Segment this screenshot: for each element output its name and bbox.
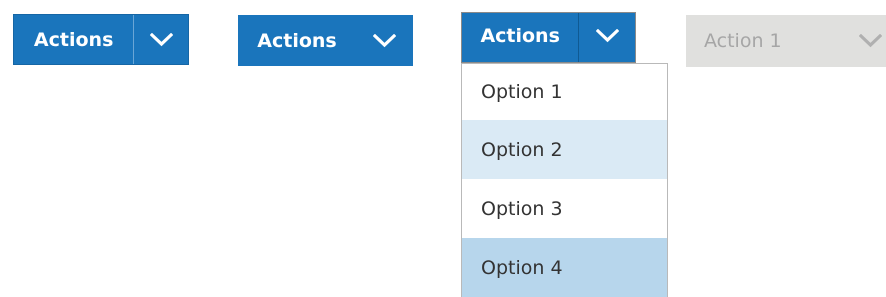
actions-menu-toggle[interactable]: [134, 15, 188, 64]
open-actions-menu-toggle[interactable]: [579, 13, 635, 62]
open-actions-button-label: Actions: [480, 24, 560, 47]
actions-dropdown-label: Actions: [257, 29, 337, 52]
actions-button[interactable]: Actions: [14, 15, 135, 64]
menu-option-label: Option 4: [481, 256, 563, 279]
menu-option[interactable]: Option 2: [462, 120, 667, 179]
split-actions-button: Actions: [13, 14, 189, 65]
menu-option-label: Option 3: [481, 197, 563, 220]
menu-option[interactable]: Option 3: [462, 179, 667, 238]
combined-actions-dropdown[interactable]: Actions: [238, 15, 413, 66]
open-actions-button[interactable]: Actions: [462, 13, 580, 62]
chevron-down-icon: [859, 34, 882, 48]
dropdown-menu: Option 1 Option 2 Option 3 Option 4: [461, 63, 668, 297]
chevron-down-icon: [373, 33, 396, 47]
disabled-dropdown-label: Action 1: [704, 30, 782, 52]
dropdown-button-variants: Actions Actions Actions Option 1 Option …: [0, 0, 886, 297]
actions-dropdown-label-area: Actions: [238, 15, 356, 66]
disabled-action-dropdown: Action 1: [686, 15, 886, 67]
menu-option[interactable]: Option 4: [462, 238, 667, 297]
menu-option-label: Option 1: [481, 81, 563, 103]
actions-button-label: Actions: [33, 28, 114, 51]
disabled-dropdown-caret: [804, 15, 886, 67]
open-actions-dropdown: Actions: [461, 12, 636, 63]
menu-option-label: Option 2: [481, 138, 563, 161]
actions-dropdown-caret: [356, 15, 413, 66]
chevron-down-icon: [595, 28, 619, 42]
menu-option[interactable]: Option 1: [462, 64, 667, 120]
chevron-down-icon: [149, 32, 173, 46]
disabled-dropdown-label-area: Action 1: [686, 15, 804, 67]
